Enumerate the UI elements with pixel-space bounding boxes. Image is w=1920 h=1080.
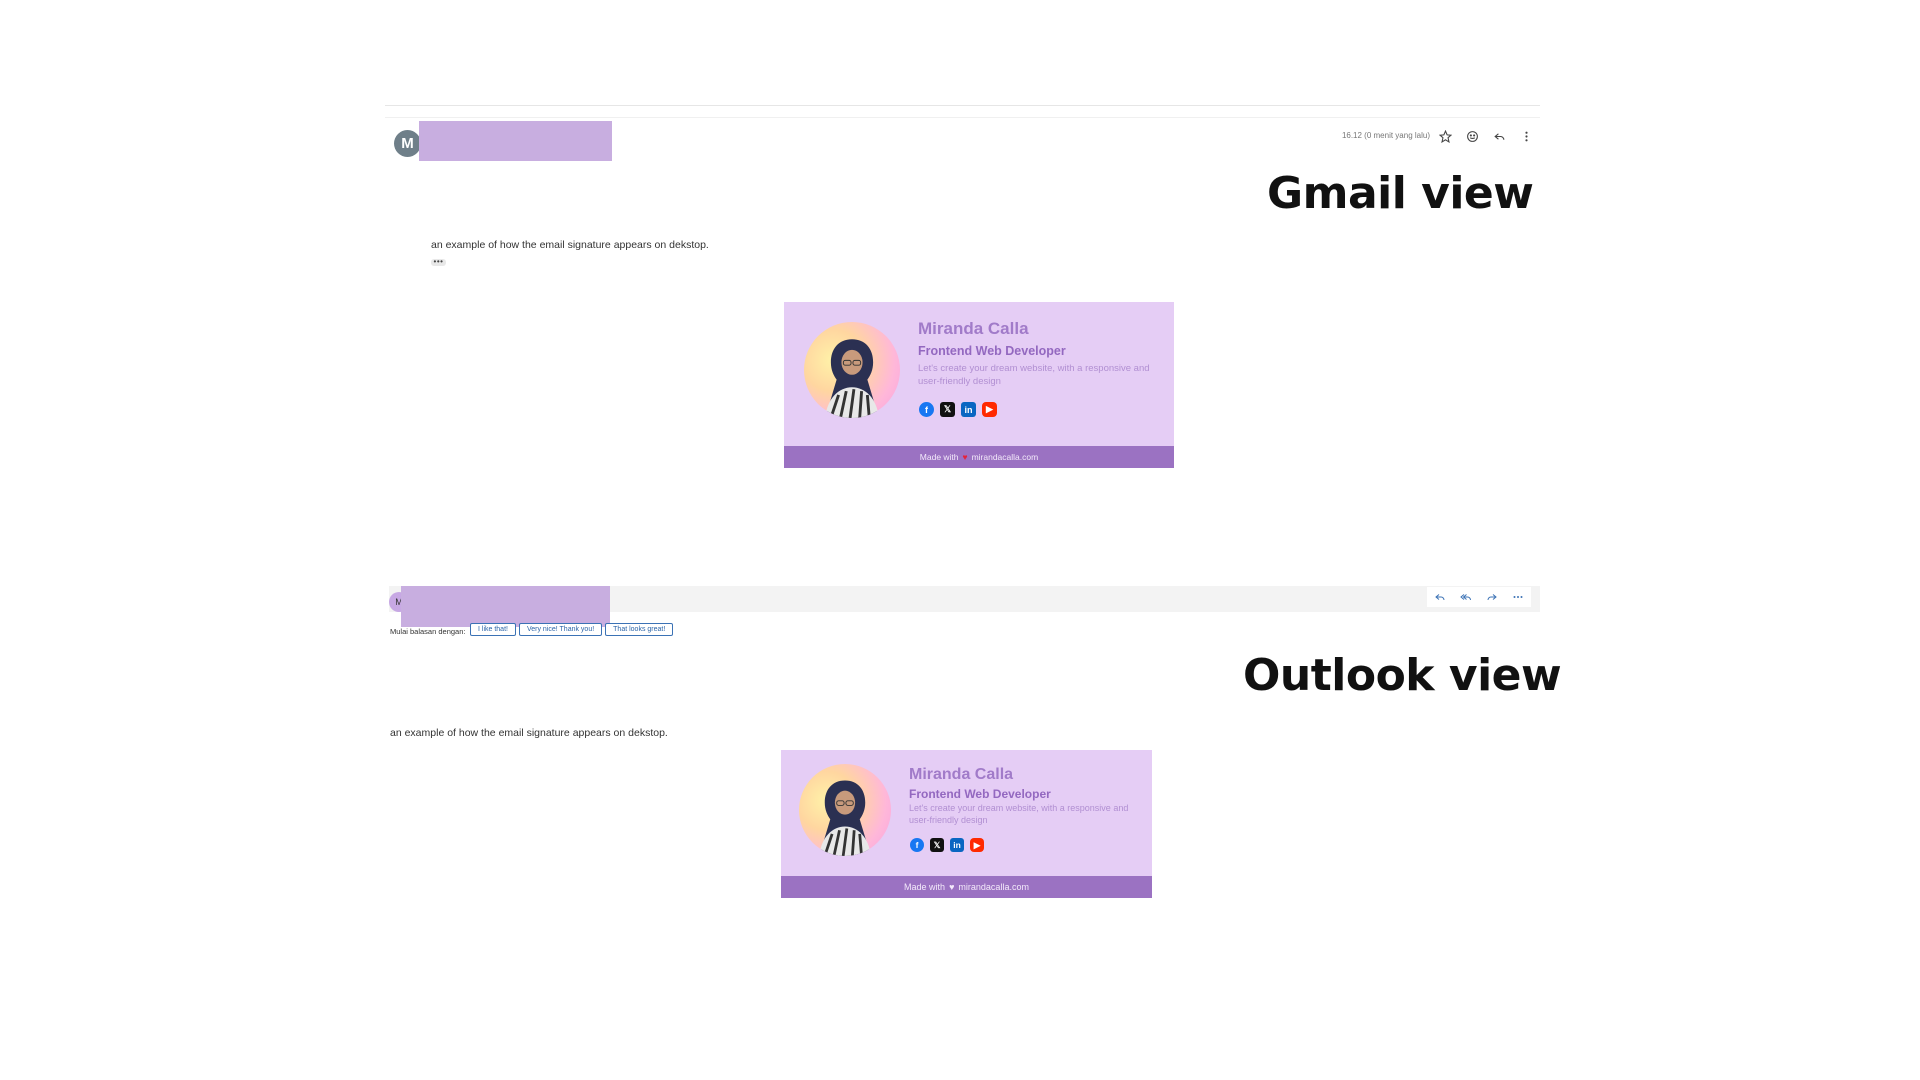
x-icon[interactable]: 𝕏 xyxy=(930,838,944,852)
profile-photo xyxy=(804,322,900,418)
social-links: f 𝕏 in ▶ xyxy=(910,838,984,852)
youtube-icon[interactable]: ▶ xyxy=(970,838,984,852)
footer-prefix: Made with xyxy=(919,452,959,462)
quick-reply-very-nice[interactable]: Very nice! Thank you! xyxy=(518,623,603,636)
gmail-message-actions xyxy=(1436,126,1535,146)
gmail-sender-redacted xyxy=(419,121,612,161)
youtube-icon[interactable]: ▶ xyxy=(982,402,997,417)
facebook-icon[interactable]: f xyxy=(919,402,934,417)
signature-name: Miranda Calla xyxy=(909,766,1014,783)
quick-reply-label: Mulai balasan dengan: xyxy=(390,627,466,636)
footer-link[interactable]: mirandacalla.com xyxy=(958,882,1029,892)
x-icon[interactable]: 𝕏 xyxy=(940,402,955,417)
outlook-body-text: an example of how the email signature ap… xyxy=(390,727,668,739)
reply-all-icon[interactable] xyxy=(1457,588,1475,606)
footer-prefix: Made with xyxy=(904,882,946,892)
heart-icon: ♥ xyxy=(962,452,968,462)
heart-icon: ♥ xyxy=(949,882,955,892)
outlook-view-label: Outlook view xyxy=(1243,650,1562,701)
footer-link[interactable]: mirandacalla.com xyxy=(972,452,1039,462)
gmail-view-label: Gmail view xyxy=(1267,168,1534,219)
profile-photo xyxy=(799,764,891,856)
gmail-top-divider xyxy=(385,105,1540,106)
forward-icon[interactable] xyxy=(1483,588,1501,606)
quick-reply-chips: I like that! Very nice! Thank you! That … xyxy=(470,623,674,636)
signature-name: Miranda Calla xyxy=(918,319,1029,338)
signature-title: Frontend Web Developer xyxy=(918,344,1066,358)
signature-title: Frontend Web Developer xyxy=(909,787,1051,801)
facebook-icon[interactable]: f xyxy=(910,838,924,852)
more-vertical-icon[interactable] xyxy=(1517,127,1535,145)
outlook-signature-card: Miranda Calla Frontend Web Developer Let… xyxy=(781,750,1152,898)
signature-footer: Made with ♥ mirandacalla.com xyxy=(781,876,1152,898)
signature-footer: Made with ♥ mirandacalla.com xyxy=(784,446,1174,468)
quick-reply-i-like-that[interactable]: I like that! xyxy=(470,623,516,636)
reply-icon[interactable] xyxy=(1431,588,1449,606)
more-horizontal-icon[interactable] xyxy=(1509,588,1527,606)
star-icon[interactable] xyxy=(1436,127,1454,145)
signature-description: Let's create your dream website, with a … xyxy=(909,803,1129,825)
signature-description: Let's create your dream website, with a … xyxy=(918,363,1150,388)
linkedin-icon[interactable]: in xyxy=(961,402,976,417)
outlook-sender-redacted xyxy=(401,586,610,627)
emoji-icon[interactable] xyxy=(1463,127,1481,145)
show-trimmed-content-button[interactable]: ••• xyxy=(431,258,446,266)
social-links: f 𝕏 in ▶ xyxy=(919,402,997,417)
gmail-body-text: an example of how the email signature ap… xyxy=(431,239,709,251)
gmail-sender-avatar[interactable]: M xyxy=(394,130,421,157)
gmail-header-divider xyxy=(385,117,1540,118)
gmail-timestamp: 16.12 (0 menit yang lalu) xyxy=(1341,131,1430,140)
quick-reply-looks-great[interactable]: That looks great! xyxy=(605,623,674,636)
outlook-message-actions xyxy=(1427,587,1531,607)
linkedin-icon[interactable]: in xyxy=(950,838,964,852)
gmail-signature-card: Miranda Calla Frontend Web Developer Let… xyxy=(784,302,1174,468)
reply-icon[interactable] xyxy=(1490,127,1508,145)
